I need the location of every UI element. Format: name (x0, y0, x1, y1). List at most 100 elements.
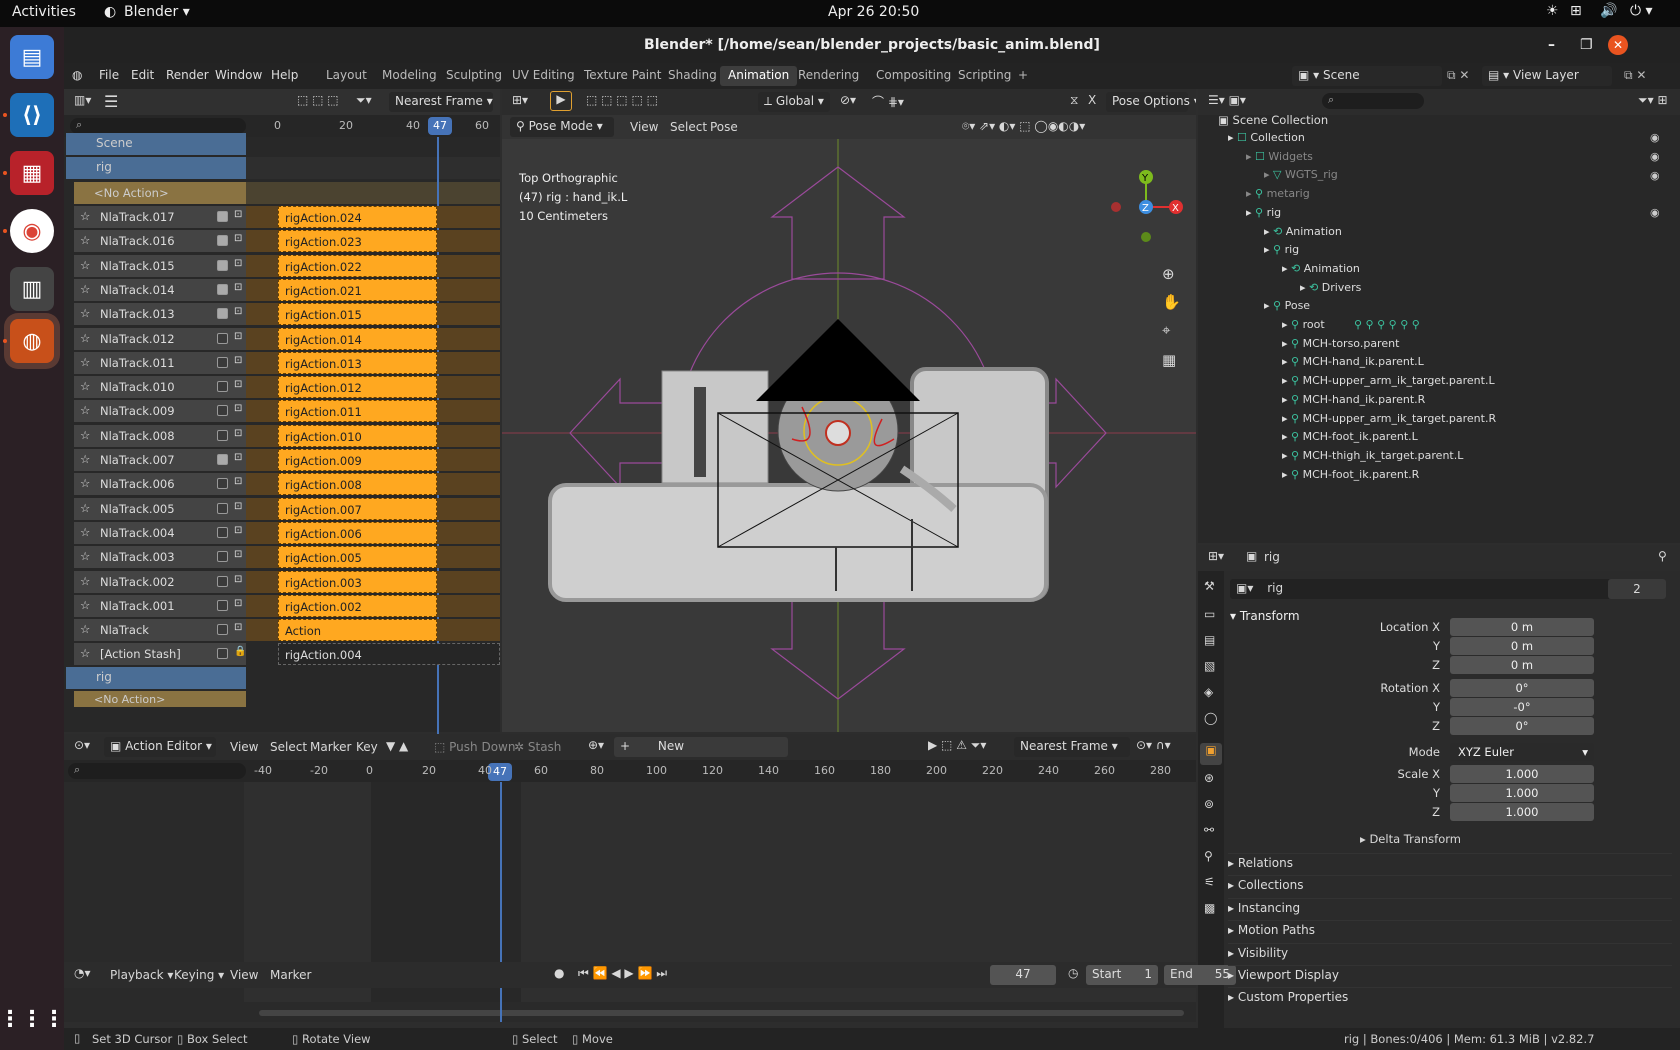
track-mute-checkbox[interactable] (217, 551, 228, 562)
nla-track-row[interactable]: ☆ NlaTrack.010 ⊡ (74, 376, 246, 398)
nla-strip[interactable]: rigAction.009 (278, 449, 437, 471)
track-mute-checkbox[interactable] (217, 503, 228, 514)
modifier-tab-icon[interactable]: ⊛ (1204, 771, 1214, 785)
new-action-button[interactable]: + New (614, 737, 788, 757)
expand-arrow-icon[interactable]: ▸ (1264, 243, 1270, 256)
select-tool-icons[interactable]: ⬚ ⬚ ⬚ (297, 93, 339, 107)
outliner-row[interactable]: ▸ ⚲ metarig (1246, 187, 1310, 205)
pan-hand-icon[interactable]: ✋ (1162, 293, 1181, 311)
vscode-icon[interactable]: ⟨⟩ (10, 93, 54, 137)
tab-rendering[interactable]: Rendering (790, 66, 867, 86)
menu-render[interactable]: Render (166, 68, 209, 82)
expand-arrow-icon[interactable]: ▸ (1264, 225, 1270, 238)
editor-type-icon[interactable]: ⊙▾ (74, 738, 90, 752)
nla-strip[interactable]: rigAction.010 (278, 425, 437, 447)
menu-window[interactable]: Window (215, 68, 262, 82)
filter-icon[interactable]: ⏷▾ ⊞ (1638, 93, 1668, 108)
nla-track-row[interactable]: ☆ NlaTrack.012 ⊡ (74, 328, 246, 350)
nla-no-action-row-2[interactable]: <No Action> (74, 691, 246, 707)
outliner-row[interactable]: ▸ ☐ Widgets (1246, 150, 1313, 168)
blender-dock-icon[interactable]: ◍ (10, 319, 54, 363)
nla-strip[interactable]: Action (278, 619, 437, 641)
armature-tab-icon[interactable]: ⚲ (1204, 849, 1213, 863)
outliner-row[interactable]: ▸ ⚲ MCH-foot_ik.parent.L (1282, 430, 1418, 448)
nla-strip[interactable]: rigAction.006 (278, 522, 437, 544)
location-x-field[interactable]: 0 m (1450, 618, 1594, 636)
push-down-button[interactable]: ⬚ Push Down (434, 740, 515, 754)
show-apps-icon[interactable]: ⋮⋮⋮ (0, 997, 65, 1041)
tab-modeling[interactable]: Modeling (374, 66, 445, 86)
remote-desktop-icon[interactable]: ▦ (10, 151, 54, 195)
outliner-row[interactable]: ▸ ⚲ rig (1246, 206, 1281, 224)
scale-x-field[interactable]: 1.000 (1450, 765, 1594, 783)
nla-strip[interactable]: rigAction.023 (278, 230, 437, 252)
outliner-row[interactable]: ▸ ⟲ Animation (1264, 225, 1342, 243)
app-menu[interactable]: Blender ▾ (124, 4, 190, 20)
world-tab-icon[interactable]: ◯ (1204, 711, 1217, 725)
editor-type-icon[interactable]: ⊞▾ (512, 93, 528, 107)
selection-mode-icons[interactable]: ⬚ ⬚ ⬚ ⬚ ⬚ (586, 93, 658, 107)
scale-z-field[interactable]: 1.000 (1450, 803, 1594, 821)
nla-strip[interactable]: rigAction.007 (278, 498, 437, 520)
constraint-tab-icon[interactable]: ⚯ (1204, 823, 1214, 837)
editor-type-icon[interactable]: ⊞▾ (1208, 549, 1224, 563)
nla-search-input[interactable]: ⌕ (70, 118, 246, 134)
expand-arrow-icon[interactable]: ▸ (1282, 374, 1288, 387)
properties-collapsed-panel[interactable]: ▸ Relations (1228, 853, 1672, 873)
pose-options-dropdown[interactable]: Pose Options ▾ (1106, 92, 1196, 112)
lock-icon[interactable]: ⊡ (234, 379, 242, 390)
nla-strip[interactable]: rigAction.014 (278, 328, 437, 350)
expand-arrow-icon[interactable]: ▸ (1300, 281, 1306, 294)
star-icon[interactable]: ☆ (80, 476, 90, 490)
nla-strip[interactable]: rigAction.002 (278, 595, 437, 617)
tab-shading[interactable]: Shading (660, 66, 725, 86)
zoom-icon[interactable]: ⊕ (1162, 265, 1175, 283)
track-mute-checkbox[interactable] (217, 357, 228, 368)
nla-track-row[interactable]: ☆ NlaTrack.011 ⊡ (74, 352, 246, 374)
track-mute-checkbox[interactable] (217, 478, 228, 489)
nla-strip[interactable]: rigAction.022 (278, 255, 437, 277)
outliner-row[interactable]: ▸ ☐ Collection (1228, 131, 1305, 149)
output-tab-icon[interactable]: ▤ (1204, 633, 1215, 647)
nla-track-row[interactable]: ☆ NlaTrack.005 ⊡ (74, 498, 246, 520)
nla-track-row[interactable]: ☆ NlaTrack.017 ⊡ (74, 206, 246, 228)
expand-arrow-icon[interactable]: ▸ (1228, 131, 1234, 144)
maximize-icon[interactable]: ❐ (1580, 27, 1593, 63)
outliner-row[interactable]: ▸ ▽ WGTS_rig (1264, 168, 1338, 186)
nla-track-row[interactable]: ☆ NlaTrack.002 ⊡ (74, 571, 246, 593)
minimize-icon[interactable]: – (1548, 27, 1555, 63)
object-name-field[interactable]: ▣▾ rig (1230, 579, 1666, 599)
star-icon[interactable]: ☆ (80, 403, 90, 417)
outliner-row[interactable]: ▸ ⚲ MCH-upper_arm_ik_target.parent.L (1282, 374, 1495, 392)
lock-icon[interactable]: ⊡ (234, 306, 242, 317)
texture-tab-icon[interactable]: ▩ (1204, 901, 1215, 915)
chrome-icon[interactable]: ◉ (10, 209, 54, 253)
brightness-icon[interactable]: ☀ (1546, 3, 1559, 19)
nla-strip[interactable]: rigAction.024 (278, 206, 437, 228)
expand-arrow-icon[interactable]: ▸ (1282, 393, 1288, 406)
properties-collapsed-panel[interactable]: ▸ Motion Paths (1228, 920, 1672, 940)
menu-pose[interactable]: Pose (710, 120, 738, 134)
nla-track-row[interactable]: ☆ NlaTrack.008 ⊡ (74, 425, 246, 447)
star-icon[interactable]: ☆ (80, 574, 90, 588)
action-editor-mode[interactable]: ▣ Action Editor ▾ (104, 737, 216, 757)
lock-icon[interactable]: ⊡ (234, 574, 242, 585)
lock-icon[interactable]: ⊡ (234, 476, 242, 487)
expand-arrow-icon[interactable]: ▸ (1282, 449, 1288, 462)
outliner-row[interactable]: ▸ ⚲ root (1282, 318, 1325, 336)
track-mute-checkbox[interactable] (217, 308, 228, 319)
properties-collapsed-panel[interactable]: ▸ Instancing (1228, 897, 1672, 918)
nla-track-row[interactable]: ☆ NlaTrack.007 ⊡ (74, 449, 246, 471)
outliner-row[interactable]: ▸ ⚲ Pose (1264, 299, 1310, 317)
menu-help[interactable]: Help (271, 68, 298, 82)
new-scene-icon[interactable]: ⧉ ✕ (1447, 68, 1469, 83)
star-icon[interactable]: ☆ (80, 501, 90, 515)
lock-icon[interactable]: ⊡ (234, 549, 242, 560)
track-mute-checkbox[interactable] (217, 430, 228, 441)
expand-arrow-icon[interactable]: ▸ (1246, 187, 1252, 200)
track-mute-checkbox[interactable] (217, 600, 228, 611)
outliner-row[interactable]: ▸ ⚲ MCH-hand_ik.parent.R (1282, 393, 1425, 411)
location-z-field[interactable]: 0 m (1450, 656, 1594, 674)
nla-strip[interactable]: rigAction.012 (278, 376, 437, 398)
track-mute-checkbox[interactable] (217, 624, 228, 635)
